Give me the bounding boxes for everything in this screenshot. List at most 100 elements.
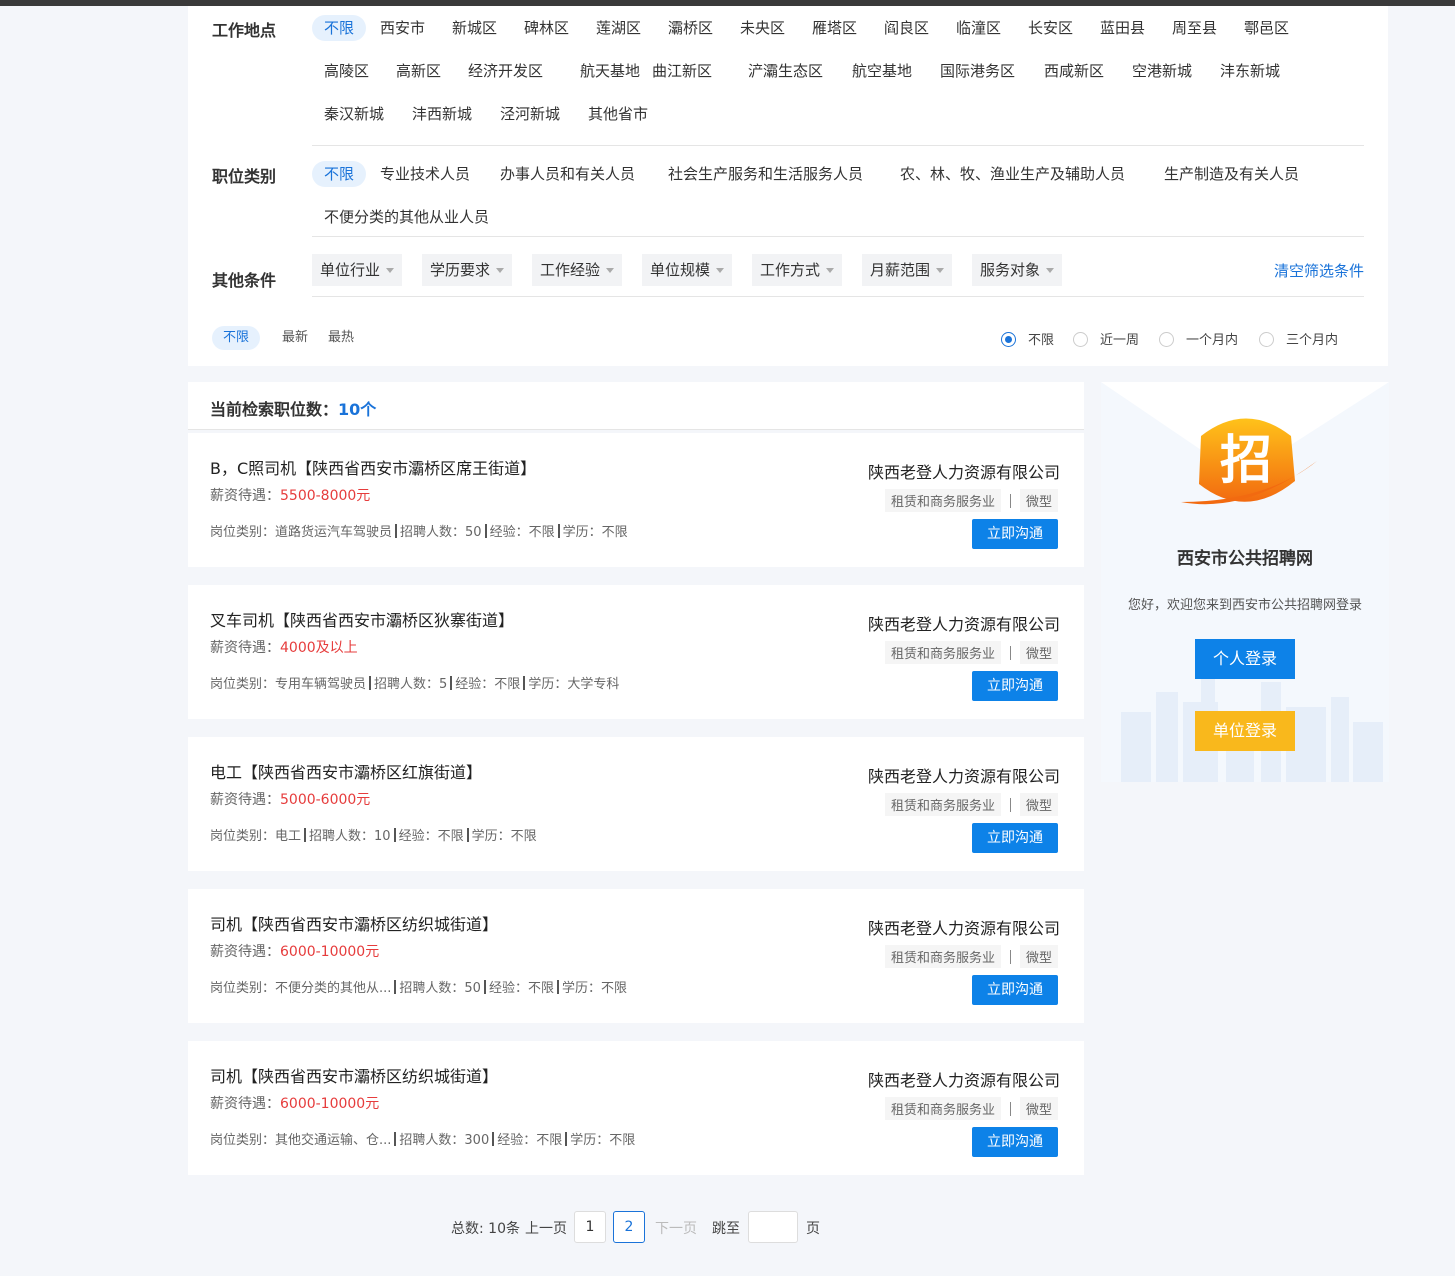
job-title-link[interactable]: 叉车司机【陕西省西安市灞桥区狄寨街道】 (210, 607, 514, 631)
location-option[interactable]: 莲湖区 (584, 15, 653, 41)
job-meta: 岗位类别：不便分类的其他从... 招聘人数：50 经验：不限 学历：不限 (210, 980, 627, 996)
location-option[interactable]: 不限 (312, 15, 367, 41)
meta-separator (466, 828, 469, 842)
filter-dropdown[interactable]: 学历要求 (422, 254, 513, 286)
location-option[interactable]: 浐灞生态区 (736, 58, 835, 84)
filter-dropdown[interactable]: 单位规模 (642, 254, 733, 286)
job-title-link[interactable]: B，C照司机【陕西省西安市灞桥区席王街道】 (210, 455, 536, 479)
job-card[interactable]: 司机【陕西省西安市灞桥区纺织城街道】 薪资待遇：6000-10000元 岗位类别：其… (188, 1041, 1084, 1175)
tag-separator (1009, 1102, 1011, 1116)
job-card[interactable]: 叉车司机【陕西省西安市灞桥区狄寨街道】 薪资待遇：4000及以上 岗位类别：专用车辆… (188, 585, 1084, 719)
talk-now-button[interactable]: 立即沟通 (972, 1127, 1058, 1157)
location-option[interactable]: 碑林区 (512, 15, 581, 41)
filter-dropdown[interactable]: 工作方式 (752, 254, 843, 286)
unit-login-button[interactable]: 单位登录 (1195, 711, 1295, 751)
page-unit-label: 页 (806, 1221, 820, 1237)
location-option[interactable]: 阎良区 (872, 15, 941, 41)
next-page-button[interactable]: 下一页 (655, 1218, 697, 1238)
location-option[interactable]: 鄠邑区 (1232, 15, 1301, 41)
location-option[interactable]: 其他省市 (576, 101, 660, 127)
divider (312, 145, 1364, 146)
location-option[interactable]: 西咸新区 (1032, 58, 1116, 84)
location-option[interactable]: 临潼区 (944, 15, 1013, 41)
job-card[interactable]: 司机【陕西省西安市灞桥区纺织城街道】 薪资待遇：6000-10000元 岗位类别：不… (188, 889, 1084, 1023)
job-title-link[interactable]: 电工【陕西省西安市灞桥区红旗街道】 (210, 759, 482, 783)
company-tags: 租赁和商务服务业 微型 (884, 641, 1058, 664)
condition-dropdowns: 单位行业 学历要求 工作经验 单位规模 工作方式 月薪范围 服务对象 (312, 254, 1132, 286)
job-salary: 薪资待遇：6000-10000元 (210, 1096, 380, 1112)
caret-down-icon (826, 268, 835, 273)
filter-dropdown[interactable]: 月薪范围 (862, 254, 953, 286)
location-option[interactable]: 长安区 (1016, 15, 1085, 41)
location-option[interactable]: 经济开发区 (456, 58, 555, 84)
job-card[interactable]: B，C照司机【陕西省西安市灞桥区席王街道】 薪资待遇：5500-8000元 岗位类别… (188, 433, 1084, 567)
industry-tag: 租赁和商务服务业 (884, 1097, 1001, 1120)
location-option[interactable]: 高陵区 (312, 58, 381, 84)
company-name-link[interactable]: 陕西老登人力资源有限公司 (868, 763, 1060, 787)
location-option[interactable]: 沣西新城 (400, 101, 484, 127)
filter-dropdown[interactable]: 单位行业 (312, 254, 403, 286)
location-option[interactable]: 沣东新城 (1208, 58, 1292, 84)
sort-tab-newest[interactable]: 最新 (282, 326, 308, 350)
category-option[interactable]: 不限 (312, 161, 367, 187)
page-button-2[interactable]: 2 (613, 1211, 645, 1243)
location-option[interactable]: 曲江新区 (640, 58, 724, 84)
location-option[interactable]: 蓝田县 (1088, 15, 1157, 41)
job-title-link[interactable]: 司机【陕西省西安市灞桥区纺织城街道】 (210, 911, 498, 935)
caret-down-icon (936, 268, 945, 273)
category-option[interactable]: 农、林、牧、渔业生产及辅助人员 (888, 161, 1137, 187)
talk-now-button[interactable]: 立即沟通 (972, 519, 1058, 549)
job-title-link[interactable]: 司机【陕西省西安市灞桥区纺织城街道】 (210, 1063, 498, 1087)
meta-separator (394, 1132, 397, 1146)
category-option[interactable]: 社会生产服务和生活服务人员 (656, 161, 875, 187)
talk-now-button[interactable]: 立即沟通 (972, 975, 1058, 1005)
talk-now-button[interactable]: 立即沟通 (972, 671, 1058, 701)
location-option[interactable]: 高新区 (384, 58, 453, 84)
prev-page-button[interactable]: 上一页 (525, 1218, 567, 1238)
talk-now-button[interactable]: 立即沟通 (972, 823, 1058, 853)
location-option[interactable]: 未央区 (728, 15, 797, 41)
time-radio-month[interactable]: 一个月内 (1159, 329, 1238, 348)
location-option[interactable]: 灞桥区 (656, 15, 725, 41)
time-radio-three-months[interactable]: 三个月内 (1259, 329, 1338, 348)
page-button-1[interactable]: 1 (574, 1211, 606, 1243)
location-option[interactable]: 泾河新城 (488, 101, 572, 127)
radio-unchecked-icon (1159, 332, 1174, 347)
jump-page-input[interactable] (748, 1211, 798, 1243)
sort-tab-hottest[interactable]: 最热 (328, 326, 354, 350)
location-option[interactable]: 西安市 (368, 15, 437, 41)
clear-filters-link[interactable]: 清空筛选条件 (1274, 260, 1364, 281)
location-option[interactable]: 新城区 (440, 15, 509, 41)
meta-separator (492, 1132, 495, 1146)
company-name-link[interactable]: 陕西老登人力资源有限公司 (868, 611, 1060, 635)
sort-tab-all[interactable]: 不限 (212, 326, 261, 350)
category-option[interactable]: 不便分类的其他从业人员 (312, 204, 501, 230)
location-option[interactable]: 空港新城 (1120, 58, 1204, 84)
filter-dropdown[interactable]: 服务对象 (972, 254, 1063, 286)
svg-text:招: 招 (1220, 431, 1272, 491)
time-radio-week[interactable]: 近一周 (1073, 329, 1139, 348)
category-filter-label: 职位类别 (212, 167, 277, 186)
company-name-link[interactable]: 陕西老登人力资源有限公司 (868, 915, 1060, 939)
location-option[interactable]: 秦汉新城 (312, 101, 396, 127)
welcome-text: 您好，欢迎您来到西安市公共招聘网登录 (1127, 598, 1362, 613)
personal-login-button[interactable]: 个人登录 (1195, 639, 1295, 679)
job-card[interactable]: 电工【陕西省西安市灞桥区红旗街道】 薪资待遇：5000-6000元 岗位类别：电工招… (188, 737, 1084, 871)
category-option[interactable]: 专业技术人员 (368, 161, 482, 187)
job-salary: 薪资待遇：4000及以上 (210, 640, 358, 656)
location-option[interactable]: 国际港务区 (928, 58, 1027, 84)
size-tag: 微型 (1019, 489, 1058, 512)
company-tags: 租赁和商务服务业 微型 (884, 945, 1058, 968)
category-option[interactable]: 办事人员和有关人员 (488, 161, 647, 187)
company-tags: 租赁和商务服务业 微型 (884, 489, 1058, 512)
results-count: 当前检索职位数：10个 (210, 400, 377, 419)
location-option[interactable]: 雁塔区 (800, 15, 869, 41)
time-radio-all[interactable]: 不限 (1001, 329, 1054, 348)
location-option[interactable]: 航空基地 (840, 58, 924, 84)
company-name-link[interactable]: 陕西老登人力资源有限公司 (868, 459, 1060, 483)
meta-separator (483, 980, 486, 994)
location-option[interactable]: 周至县 (1160, 15, 1229, 41)
company-name-link[interactable]: 陕西老登人力资源有限公司 (868, 1067, 1060, 1091)
filter-dropdown[interactable]: 工作经验 (532, 254, 623, 286)
category-option[interactable]: 生产制造及有关人员 (1152, 161, 1311, 187)
